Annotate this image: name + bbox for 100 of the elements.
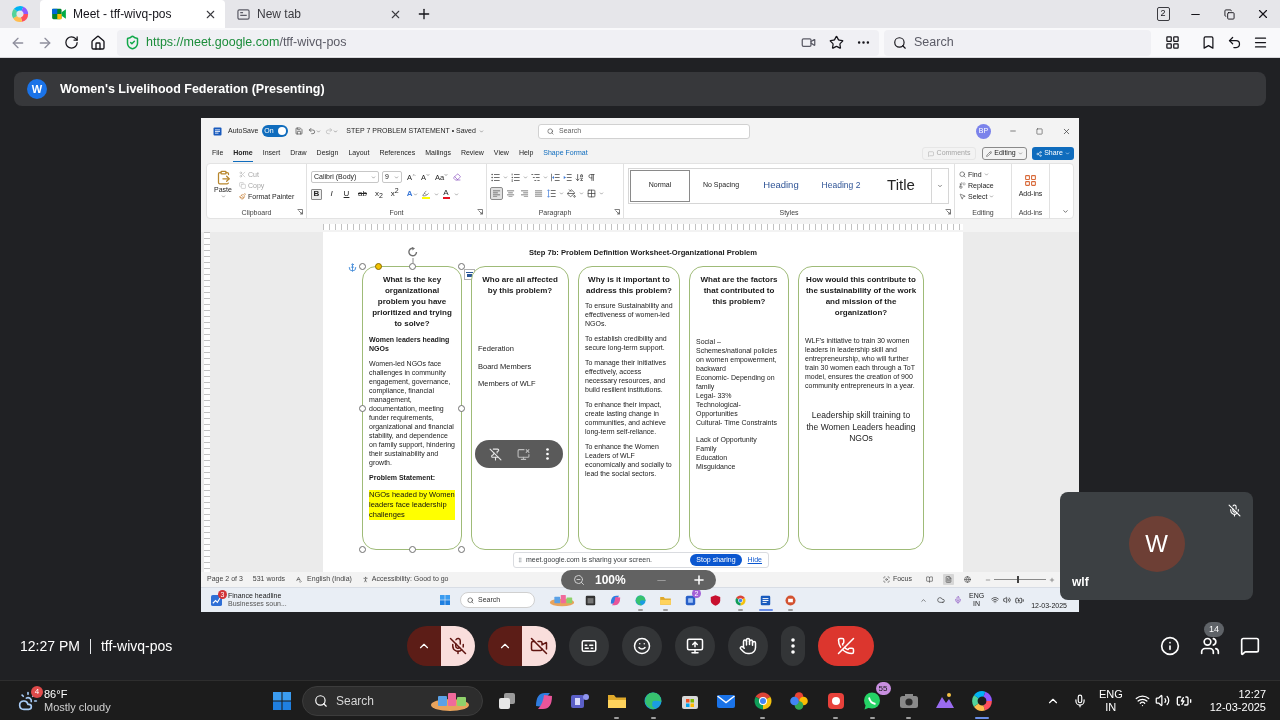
presentation-app-icon[interactable]: [784, 593, 797, 607]
swirl-icon[interactable]: [609, 593, 622, 607]
reactions-button[interactable]: [621, 626, 662, 666]
bookmark-icon[interactable]: [1201, 35, 1216, 50]
pinwheel-icon[interactable]: [788, 689, 811, 712]
numbering-icon[interactable]: [511, 172, 520, 182]
people-icon[interactable]: [1200, 636, 1220, 656]
resize-handle-icon[interactable]: [359, 263, 366, 270]
resize-handle-icon[interactable]: [359, 405, 366, 412]
video-icon[interactable]: [801, 35, 816, 50]
bold-button[interactable]: B: [311, 188, 322, 200]
window-icon[interactable]: [584, 593, 597, 607]
ring-logo-icon[interactable]: [970, 689, 993, 712]
shield-icon[interactable]: [709, 593, 722, 607]
pilcrow-icon[interactable]: [587, 172, 596, 182]
decrease-indent-icon[interactable]: [551, 172, 560, 182]
present-button[interactable]: [674, 626, 715, 666]
proofing-icon[interactable]: [295, 576, 303, 583]
camera-button[interactable]: [521, 626, 556, 666]
save-icon[interactable]: [295, 127, 304, 135]
captions-button[interactable]: [568, 626, 609, 666]
clear-formatting-icon[interactable]: [453, 173, 462, 181]
clock-button[interactable]: 12:27 12-03-2025: [1209, 687, 1266, 714]
dialog-launcher-icon[interactable]: [477, 209, 483, 215]
star-icon[interactable]: [829, 35, 844, 50]
anchor-icon[interactable]: [348, 263, 357, 272]
leave-call-button[interactable]: [817, 626, 874, 666]
start-icon[interactable]: [273, 691, 291, 710]
more-icon[interactable]: [790, 638, 795, 654]
print-view-button[interactable]: [943, 574, 954, 585]
wifi-icon[interactable]: [1134, 693, 1150, 708]
zoom-slider-thumb[interactable]: [1017, 576, 1020, 583]
tab-count[interactable]: 2: [1156, 7, 1170, 21]
align-left-icon[interactable]: [491, 187, 502, 199]
language-button[interactable]: ENG IN: [1098, 687, 1123, 714]
underline-button[interactable]: U: [341, 188, 352, 200]
browser-tab[interactable]: New tab: [225, 0, 410, 28]
maximize-icon[interactable]: [1036, 127, 1043, 135]
document-app-icon[interactable]: [759, 593, 772, 607]
bullets-icon[interactable]: [491, 172, 500, 182]
hand-button[interactable]: [727, 626, 768, 666]
microphone-icon[interactable]: [1072, 693, 1087, 708]
home-icon[interactable]: [90, 34, 106, 51]
zoom-out-icon[interactable]: [573, 574, 585, 586]
dialog-launcher-icon[interactable]: [945, 209, 951, 215]
chat-icon[interactable]: [1240, 636, 1260, 656]
restore-icon[interactable]: [1223, 8, 1235, 20]
screen-share-off-icon[interactable]: [517, 447, 531, 461]
pin-off-icon[interactable]: [488, 447, 502, 461]
volume-icon[interactable]: [1154, 693, 1170, 708]
read-view-button[interactable]: [924, 574, 935, 585]
search-field[interactable]: Search: [302, 685, 483, 716]
menu-icon[interactable]: [1253, 35, 1268, 50]
address-bar[interactable]: https://meet.google.com/tff-wivq-pos: [117, 29, 879, 56]
new-tab-icon[interactable]: [416, 6, 432, 22]
borders-icon[interactable]: [587, 188, 596, 198]
resize-handle-icon[interactable]: [409, 263, 416, 270]
shading-icon[interactable]: [567, 188, 576, 198]
rotate-handle-icon[interactable]: [407, 247, 419, 263]
multilevel-list-icon[interactable]: [531, 172, 540, 182]
web-view-button[interactable]: [962, 574, 973, 585]
weather-widget[interactable]: 4 86°F Mostly cloudy: [12, 681, 270, 720]
browser-tab[interactable]: Meet - tff-wivq-pos: [40, 0, 225, 28]
extensions-icon[interactable]: [1165, 35, 1180, 50]
dialog-launcher-icon[interactable]: [614, 209, 620, 215]
strikethrough-button[interactable]: ab: [356, 188, 369, 200]
resize-handle-icon[interactable]: [458, 546, 465, 553]
start-icon[interactable]: [440, 595, 450, 605]
info-icon[interactable]: [1160, 636, 1180, 656]
highlighter-icon[interactable]: [421, 189, 430, 199]
collapse-ribbon-icon[interactable]: [1062, 208, 1069, 215]
search-field[interactable]: Search: [884, 29, 1151, 56]
browser-logo-icon[interactable]: [11, 5, 29, 23]
dialog-launcher-icon[interactable]: [297, 209, 303, 215]
resize-handle-icon[interactable]: [359, 546, 366, 553]
text-effects-button[interactable]: A: [406, 188, 418, 200]
sort-icon[interactable]: [575, 172, 584, 182]
reload-icon[interactable]: [64, 35, 79, 50]
close-icon[interactable]: [1256, 7, 1270, 21]
cloud-icon[interactable]: [937, 596, 945, 604]
accessibility-icon[interactable]: [361, 576, 369, 583]
drag-handle-icon[interactable]: [517, 556, 523, 564]
subscript-button[interactable]: x$_{2}$: [372, 188, 385, 200]
zoom-plus-icon[interactable]: [692, 573, 706, 587]
undo-icon[interactable]: [1227, 35, 1242, 50]
adjust-handle-icon[interactable]: [375, 263, 382, 270]
line-spacing-icon[interactable]: [547, 188, 556, 198]
style-option[interactable]: Heading: [751, 168, 811, 203]
font-color-button[interactable]: A: [442, 189, 450, 199]
resize-handle-icon[interactable]: [409, 546, 416, 553]
document-app-icon[interactable]: [212, 125, 223, 137]
app-tile-icon[interactable]: [684, 593, 697, 607]
resize-handle-icon[interactable]: [458, 405, 465, 412]
increase-indent-icon[interactable]: [563, 172, 572, 182]
style-option[interactable]: Title: [871, 168, 931, 203]
more-button[interactable]: [780, 626, 805, 666]
style-option[interactable]: Heading 2: [811, 168, 871, 203]
more-icon[interactable]: [546, 448, 550, 460]
superscript-button[interactable]: x$^{2}$: [388, 188, 401, 200]
italic-button[interactable]: I: [326, 188, 337, 200]
